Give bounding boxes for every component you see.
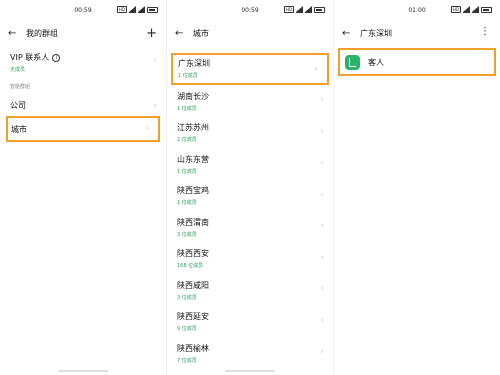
- home-indicator: [58, 370, 108, 372]
- status-icons: HD: [116, 5, 158, 13]
- hd-badge-icon: HD: [450, 6, 461, 13]
- city-name: 陕西延安: [177, 312, 209, 321]
- city-row[interactable]: 陕西咸阳 3 位成员 ›: [167, 274, 333, 306]
- hd-badge-icon: HD: [283, 6, 294, 13]
- group-label: 公司: [10, 101, 26, 110]
- screens: 00:59 HD ← 我的群组 + VIP 联系人 i 无成员 › 智能群组 公司…: [0, 0, 500, 375]
- city-row[interactable]: 陕西延安 9 位成员 ›: [167, 305, 333, 337]
- city-count: 168 位成员: [177, 263, 204, 269]
- header: ← 城市: [167, 22, 333, 44]
- city-count: 7 位成员: [177, 357, 197, 364]
- city-name: 陕西宝鸡: [177, 186, 209, 195]
- battery-icon: [481, 6, 492, 13]
- chevron-right-icon: ›: [320, 221, 324, 232]
- contact-name: 客人: [368, 57, 384, 67]
- chevron-right-icon: ›: [320, 189, 324, 200]
- status-bar: 00:59 HD: [0, 0, 166, 22]
- battery-icon: [147, 6, 158, 13]
- city-name: 湖南长沙: [177, 91, 209, 101]
- city-count: 9 位成员: [177, 326, 197, 332]
- city-list: 广东深圳 1 位成员 › 湖南长沙 1 位成员 › 江苏苏州 2 位成员 › 山…: [167, 44, 333, 368]
- screen-cities: 00:59 HD ← 城市 广东深圳 1 位成员 › 湖南长沙 1 位成员 ›: [167, 0, 333, 375]
- signal-icon: [129, 5, 136, 13]
- city-name: 陕西渭南: [177, 217, 209, 227]
- page-title: 城市: [193, 28, 209, 38]
- home-indicator: [225, 370, 275, 372]
- header: ← 我的群组 +: [0, 22, 166, 44]
- city-row[interactable]: 江苏苏州 2 位成员 ›: [167, 116, 333, 148]
- vip-label: VIP 联系人: [10, 53, 50, 62]
- status-icons: HD: [283, 5, 325, 13]
- city-row[interactable]: 陕西西安 168 位成员 ›: [167, 242, 333, 274]
- chevron-right-icon: ›: [320, 158, 324, 169]
- chevron-right-icon: ›: [320, 284, 324, 295]
- signal-icon: [296, 5, 303, 13]
- city-row[interactable]: 广东深圳 1 位成员 ›: [171, 53, 329, 85]
- info-icon[interactable]: i: [52, 54, 61, 62]
- vip-contacts-row[interactable]: VIP 联系人 i 无成员 ›: [0, 44, 166, 78]
- signal-icon: [472, 5, 479, 13]
- chevron-right-icon: ›: [320, 252, 324, 263]
- chevron-right-icon: ›: [314, 63, 318, 74]
- kebab-menu-icon[interactable]: ⋮: [480, 26, 490, 37]
- page-title: 我的群组: [26, 28, 58, 38]
- add-group-button[interactable]: +: [146, 26, 157, 41]
- screen-city-members: 01:00 HD ← 广东深圳 ⋮ 客人: [334, 0, 500, 375]
- contact-row[interactable]: 客人: [338, 48, 496, 76]
- status-bar: 00:59 HD: [167, 0, 333, 22]
- city-row[interactable]: 陕西渭南 3 位成员 ›: [167, 211, 333, 243]
- signal-icon: [463, 5, 470, 13]
- battery-icon: [314, 6, 325, 13]
- hd-badge-icon: HD: [116, 6, 127, 13]
- city-row[interactable]: 陕西宝鸡 1 位成员 ›: [167, 179, 333, 211]
- avatar-icon: [345, 54, 360, 70]
- vip-subtitle: 无成员: [10, 67, 26, 73]
- group-row-city[interactable]: 城市 ›: [6, 116, 160, 142]
- city-row[interactable]: 山东东营 1 位成员 ›: [167, 148, 333, 180]
- back-arrow-icon[interactable]: ←: [8, 28, 26, 39]
- group-label: 城市: [11, 125, 27, 134]
- city-row[interactable]: 湖南长沙 1 位成员 ›: [167, 85, 333, 117]
- screen-my-groups: 00:59 HD ← 我的群组 + VIP 联系人 i 无成员 › 智能群组 公司…: [0, 0, 166, 375]
- city-name: 广东深圳: [178, 59, 210, 68]
- city-count: 2 位成员: [177, 137, 197, 143]
- status-bar: 01:00 HD: [334, 0, 500, 22]
- city-name: 陕西西安: [177, 249, 209, 258]
- city-name: 山东东营: [177, 154, 209, 164]
- chevron-right-icon: ›: [320, 126, 324, 137]
- chevron-right-icon: ›: [320, 315, 324, 326]
- city-count: 1 位成员: [177, 168, 197, 175]
- status-icons: HD: [450, 5, 492, 13]
- smart-groups-label: 智能群组: [10, 84, 31, 90]
- city-count: 1 位成员: [177, 105, 197, 112]
- signal-icon: [138, 5, 145, 13]
- signal-icon: [305, 5, 312, 13]
- header: ← 广东深圳 ⋮: [334, 22, 500, 44]
- city-count: 3 位成员: [177, 231, 197, 238]
- back-arrow-icon[interactable]: ←: [342, 28, 360, 39]
- chevron-right-icon: ›: [320, 347, 324, 358]
- city-count: 1 位成员: [177, 200, 197, 206]
- city-name: 陕西咸阳: [177, 280, 209, 290]
- chevron-right-icon: ›: [153, 101, 157, 111]
- city-name: 陕西榆林: [177, 343, 209, 353]
- group-row-company[interactable]: 公司 ›: [0, 96, 166, 116]
- chevron-right-icon: ›: [145, 124, 149, 134]
- chevron-right-icon: ›: [320, 95, 324, 106]
- city-count: 3 位成员: [177, 294, 197, 301]
- vip-row-title: VIP 联系人 i: [10, 52, 156, 63]
- city-name: 江苏苏州: [177, 123, 209, 132]
- city-count: 1 位成员: [178, 73, 198, 79]
- back-arrow-icon[interactable]: ←: [175, 28, 193, 39]
- city-row[interactable]: 陕西榆林 7 位成员 ›: [167, 337, 333, 369]
- page-title: 广东深圳: [360, 28, 392, 38]
- chevron-right-icon: ›: [153, 56, 157, 66]
